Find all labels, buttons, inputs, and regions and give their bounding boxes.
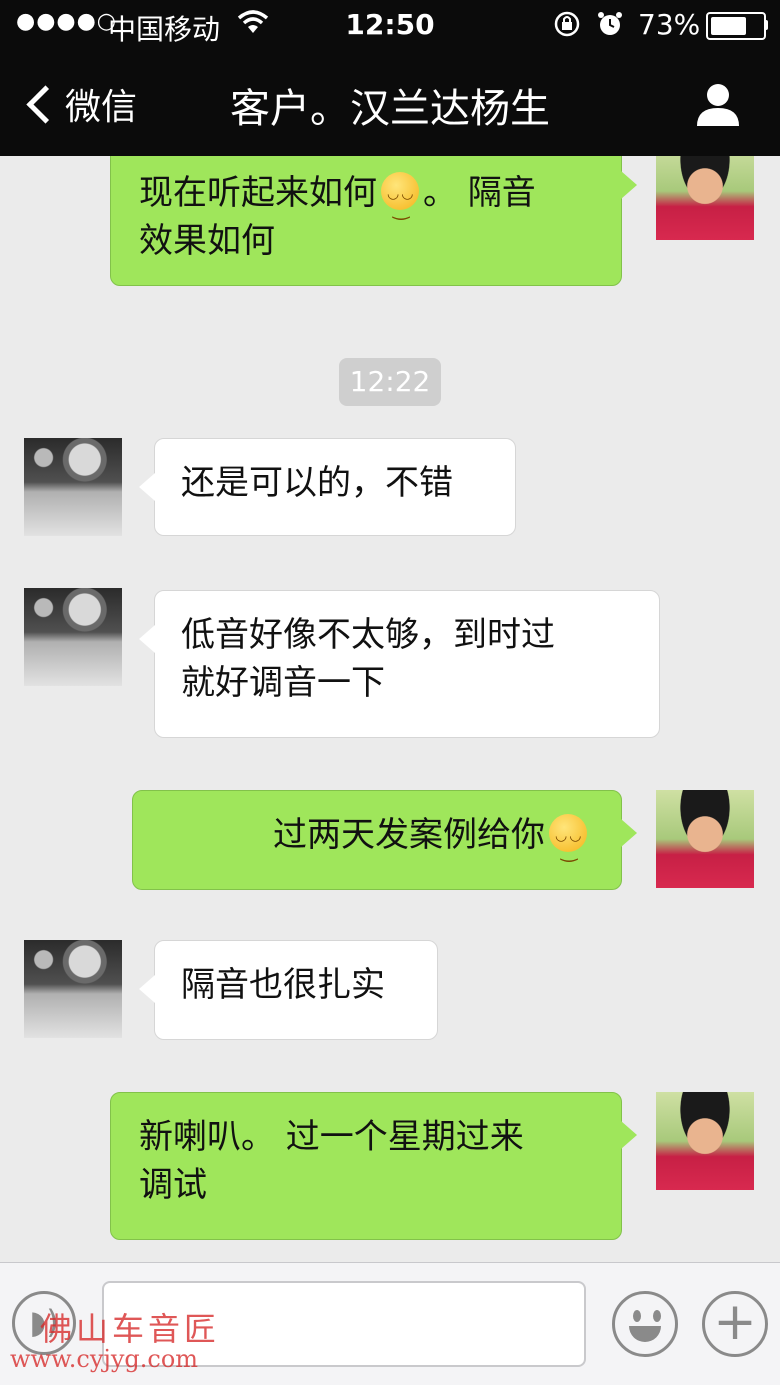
- avatar[interactable]: [656, 790, 754, 888]
- avatar[interactable]: [656, 1092, 754, 1190]
- message-text: 现在听起来如何: [139, 173, 377, 213]
- message-text: 隔音也很扎实: [181, 965, 385, 1005]
- avatar[interactable]: [656, 156, 754, 240]
- chat-title: 客户。汉兰达杨生: [230, 86, 550, 132]
- message-text-line2: 调试: [139, 1165, 207, 1205]
- top-bar: ●●●●○ 中国移动 12:50 73% 微信 客户。汉兰达杨生: [0, 0, 780, 156]
- message-text-after: 。 隔音: [423, 173, 536, 213]
- message-bubble-incoming[interactable]: 还是可以的，不错: [139, 438, 516, 536]
- avatar[interactable]: [24, 588, 122, 686]
- message-bubble-incoming[interactable]: 低音好像不太够，到时过 就好调音一下: [139, 590, 660, 738]
- alarm-icon: [595, 9, 625, 46]
- avatar[interactable]: [24, 940, 122, 1038]
- message-text: 低音好像不太够，到时过: [181, 615, 555, 655]
- chat-area[interactable]: 现在听起来如何 。 隔音 效果如何 12:22 还是可以的，不错 低音好像不太够，…: [0, 156, 780, 1262]
- timestamp: 12:22: [339, 358, 441, 406]
- smile-emoji-icon: [549, 812, 587, 874]
- message-bubble-outgoing[interactable]: 现在听起来如何 。 隔音 效果如何: [110, 156, 637, 286]
- smile-emoji-icon: [381, 170, 419, 232]
- message-bubble-outgoing[interactable]: 新喇叭。 过一个星期过来 调试: [110, 1092, 637, 1240]
- emoji-icon[interactable]: [612, 1291, 678, 1357]
- battery-icon: [706, 12, 766, 40]
- plus-icon[interactable]: +: [702, 1291, 768, 1357]
- message-text: 过两天发案例给你: [273, 815, 545, 855]
- message-text: 还是可以的，不错: [181, 463, 453, 503]
- avatar[interactable]: [24, 438, 122, 536]
- message-bubble-outgoing[interactable]: 过两天发案例给你: [132, 790, 637, 890]
- message-text: 新喇叭。 过一个星期过来: [139, 1117, 524, 1157]
- battery-tip: [764, 20, 768, 30]
- watermark-url: www.cyjyg.com: [10, 1345, 199, 1373]
- status-bar: ●●●●○ 中国移动 12:50 73%: [0, 0, 780, 50]
- message-text-line2: 效果如何: [139, 221, 275, 261]
- rotation-lock-icon: [552, 9, 582, 46]
- watermark-text: 佛山车音匠: [40, 1310, 221, 1348]
- message-text-line2: 就好调音一下: [181, 663, 385, 703]
- nav-bar: 微信 客户。汉兰达杨生: [0, 50, 780, 156]
- message-bubble-incoming[interactable]: 隔音也很扎实: [139, 940, 438, 1040]
- person-icon[interactable]: [694, 80, 742, 128]
- battery-percent: 73%: [638, 8, 701, 41]
